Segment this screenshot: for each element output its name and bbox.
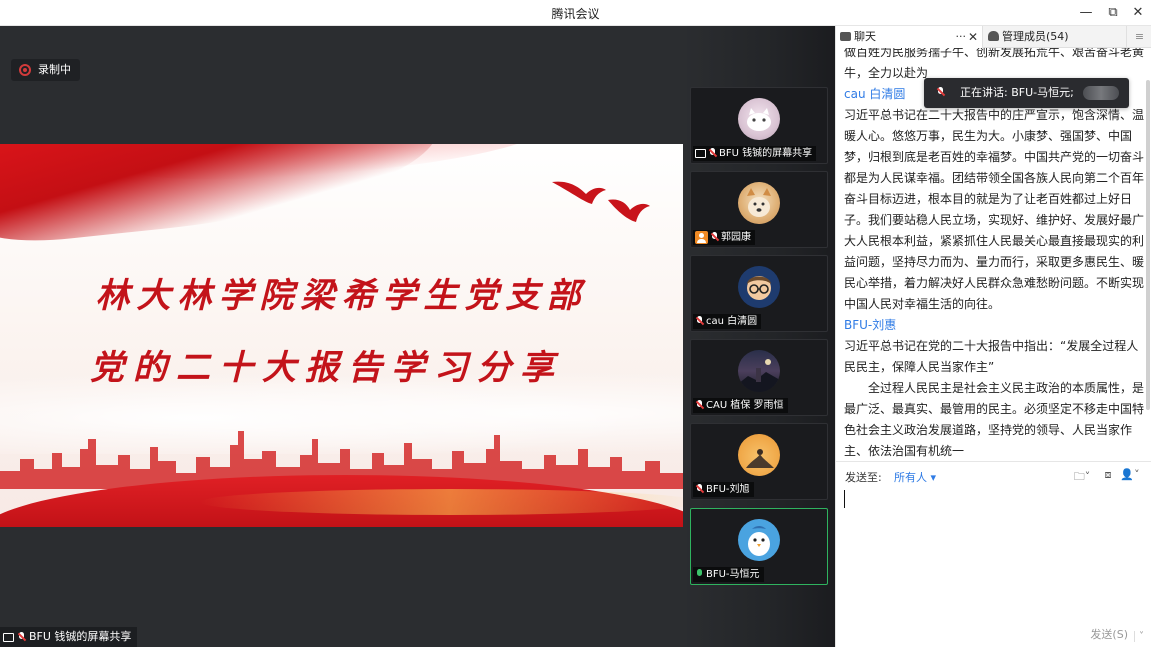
- avatar-cat-icon: [747, 108, 771, 131]
- doves-icon: [552, 181, 650, 222]
- chat-sender: BFU-刘惠: [844, 318, 897, 332]
- avatar: [738, 266, 780, 308]
- recording-indicator[interactable]: 录制中: [11, 59, 80, 81]
- avatar: [738, 519, 780, 561]
- file-icon[interactable]: 🗀˅: [1072, 468, 1092, 484]
- members-icon: [988, 31, 999, 41]
- participant-name: 郭园康: [721, 232, 751, 243]
- chat-scrollbar[interactable]: [1146, 80, 1150, 410]
- chat-messages: 做百姓为民服务孺子牛、创新发展拓荒牛、艰苦奋斗老黄 牛，全力以赴为 cau 白清…: [836, 48, 1151, 461]
- avatar-night-scene-icon: [738, 359, 780, 392]
- avatar-person-glasses-icon: [747, 276, 771, 300]
- chat-message: 习近平总书记在党的二十大报告中指出：“发展全过程人民民主，保障人民当家作主”: [844, 339, 1139, 374]
- more-options-icon[interactable]: ···: [956, 26, 967, 48]
- chat-compose: 发送至: 所有人 ▾ 🗀˅ ⧈ 👤˅ 发送(S) ˅: [836, 461, 1151, 647]
- tab-chat[interactable]: 聊天 ··· ✕: [836, 26, 983, 48]
- speaking-text: 正在讲话: BFU-马恒元;: [960, 86, 1074, 99]
- screen-share-name: BFU 钱铖的屏幕共享: [29, 630, 132, 643]
- window-title: 腾讯会议: [551, 7, 600, 21]
- participant-name: BFU-马恒元: [706, 569, 760, 580]
- participant-list: BFU 钱铖的屏幕共享 郭园康 cau 白清圆 CAU 植保 罗雨恒 BFU-刘…: [683, 26, 835, 647]
- host-user-icon: [695, 231, 708, 244]
- mic-muted-icon: [710, 232, 719, 243]
- mic-muted-icon: [936, 87, 945, 98]
- panel-tabs: 聊天 ··· ✕ 管理成员(54) ≡: [836, 26, 1151, 48]
- user-select-icon[interactable]: 👤˅: [1120, 468, 1140, 484]
- slide-ribbon-decoration: [0, 144, 445, 249]
- participant-tile-active-speaker[interactable]: BFU-马恒元: [690, 508, 828, 585]
- tab-chat-label: 聊天: [854, 30, 876, 43]
- chat-input-caret[interactable]: [844, 490, 845, 508]
- speaking-indicator: 正在讲话: BFU-马恒元;: [924, 78, 1129, 108]
- participant-name: BFU-刘旭: [706, 484, 750, 495]
- screen-share-icon: [695, 149, 706, 158]
- tab-members[interactable]: 管理成员(54): [984, 26, 1124, 48]
- participant-name-bar: cau 白清圆: [693, 314, 762, 329]
- chat-panel: 聊天 ··· ✕ 管理成员(54) ≡ 做百姓为民服务孺子牛、创新发展拓荒牛、艰…: [835, 26, 1151, 647]
- participant-tile[interactable]: BFU-刘旭: [690, 423, 828, 500]
- avatar: [738, 350, 780, 392]
- participant-tile[interactable]: CAU 植保 罗雨恒: [690, 339, 828, 416]
- send-options-icon[interactable]: ˅: [1134, 631, 1144, 642]
- avatar: [738, 434, 780, 476]
- screen-share-icon: [3, 632, 14, 642]
- mic-muted-icon: [708, 148, 717, 159]
- participant-name: BFU 钱铖的屏幕共享: [719, 148, 813, 159]
- chat-message: 做百姓为民服务孺子牛、创新发展拓荒牛、艰苦奋斗老黄: [844, 48, 1145, 59]
- slide-title-line2: 党的二十大报告学习分享: [90, 348, 563, 388]
- mic-muted-icon: [695, 400, 704, 411]
- participant-name-bar: BFU-刘旭: [693, 482, 754, 497]
- slide-ribbon-decoration: [200, 489, 683, 515]
- close-tab-icon[interactable]: ✕: [968, 26, 978, 48]
- participant-name: cau 白清圆: [706, 316, 758, 327]
- restore-button[interactable]: ⧉: [1102, 3, 1124, 23]
- mic-muted-icon: [17, 631, 26, 643]
- mic-active-icon: [695, 569, 704, 580]
- avatar-sunset-icon: [746, 449, 774, 468]
- participant-name-bar: 郭园康: [693, 230, 755, 245]
- title-bar: 腾讯会议 — ⧉ ✕: [0, 0, 1151, 26]
- recording-label: 录制中: [38, 63, 71, 76]
- participant-name-bar: BFU 钱铖的屏幕共享: [693, 146, 817, 161]
- main-stage: 录制中 林大林学院梁希学生党支部 党的二十大报告学习分享 BFU 钱铖的屏幕共享: [0, 26, 683, 647]
- mic-muted-icon: [695, 484, 704, 495]
- screen-share-label: BFU 钱铖的屏幕共享: [0, 627, 138, 647]
- participant-name-bar: CAU 植保 罗雨恒: [693, 398, 788, 413]
- participant-name-bar: BFU-马恒元: [693, 567, 764, 582]
- send-to-label: 发送至:: [845, 471, 882, 484]
- avatar: [738, 182, 780, 224]
- close-button[interactable]: ✕: [1127, 3, 1149, 23]
- tab-members-label: 管理成员(54): [1002, 30, 1069, 43]
- chat-icon: [840, 32, 851, 41]
- screenshot-icon[interactable]: ⧈: [1098, 468, 1118, 484]
- minimize-button[interactable]: —: [1075, 3, 1097, 23]
- participant-tile[interactable]: cau 白清圆: [690, 255, 828, 332]
- panel-menu-icon[interactable]: ≡: [1126, 26, 1151, 48]
- avatar: [738, 98, 780, 140]
- chat-message: 习近平总书记在二十大报告中的庄严宣示，饱含深情、温暖人心。悠悠万事，民生为大。小…: [844, 108, 1145, 311]
- participant-tile[interactable]: 郭园康: [690, 171, 828, 248]
- speaking-avatars: [1083, 86, 1119, 100]
- chat-message: 全过程人民民主是社会主义民主政治的本质属性，是最广泛、最真实、最管用的民主。必须…: [844, 381, 1145, 458]
- avatar-bird-icon: [748, 526, 770, 556]
- avatar-dog-icon: [747, 188, 771, 217]
- record-icon: [19, 64, 31, 76]
- participant-tile[interactable]: BFU 钱铖的屏幕共享: [690, 87, 828, 164]
- send-to-dropdown[interactable]: 所有人 ▾: [894, 469, 936, 485]
- slide-title-line1: 林大林学院梁希学生党支部: [95, 276, 588, 316]
- mic-muted-icon: [695, 316, 704, 327]
- send-button[interactable]: 发送(S): [1090, 626, 1128, 642]
- participant-name: CAU 植保 罗雨恒: [706, 400, 784, 411]
- shared-slide: 林大林学院梁希学生党支部 党的二十大报告学习分享: [0, 144, 683, 527]
